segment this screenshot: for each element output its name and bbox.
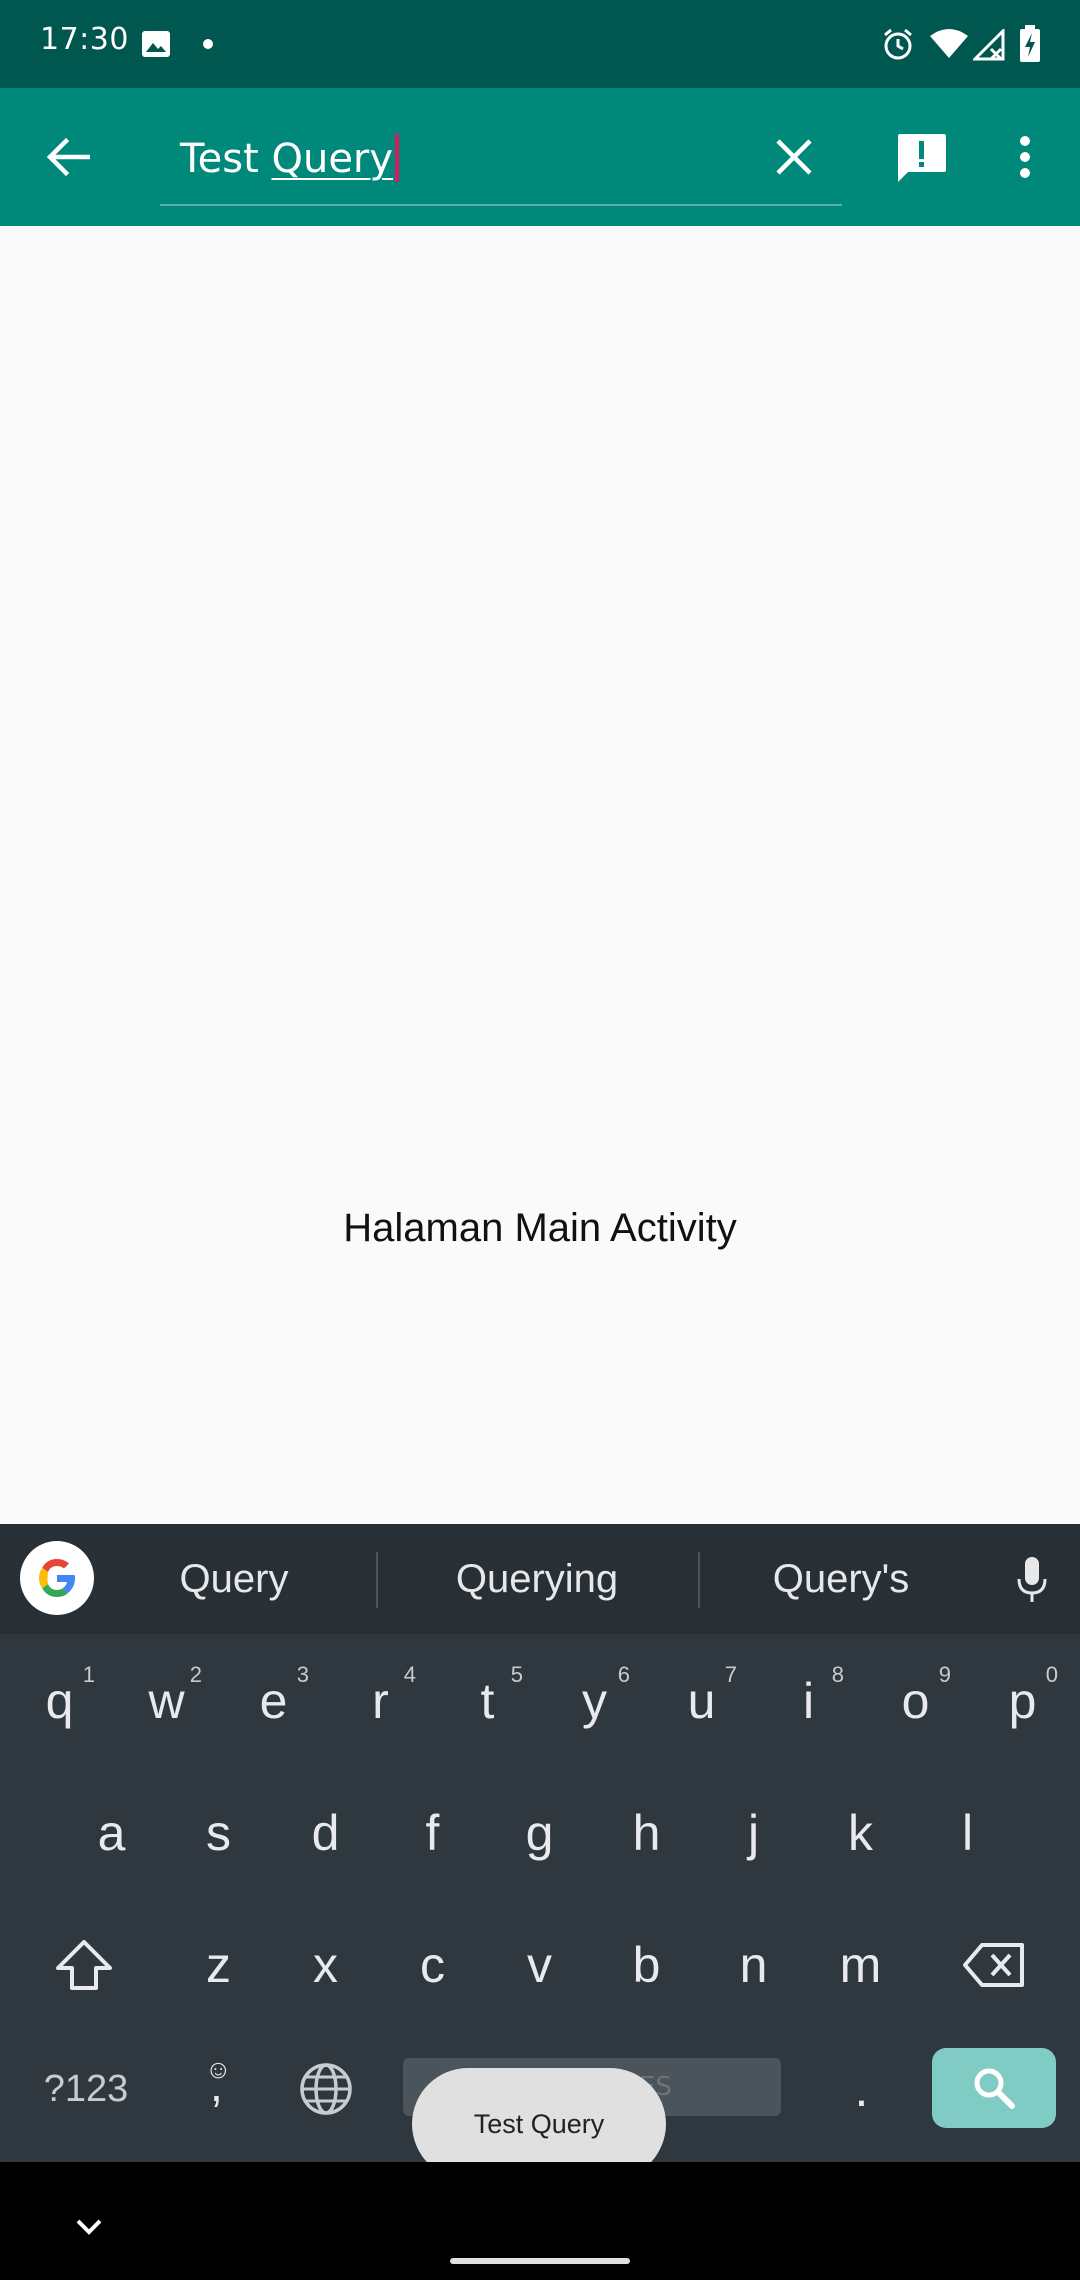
key-t[interactable]: t5: [434, 1646, 541, 1756]
key-number-hint: 4: [403, 1662, 416, 1687]
key-k[interactable]: k: [807, 1778, 914, 1888]
key-v[interactable]: v: [486, 1910, 593, 2020]
wifi-icon: [928, 26, 970, 62]
key-label: o: [901, 1673, 930, 1729]
suggestion-bar: Query Querying Query's: [0, 1524, 1080, 1634]
suggestion-2[interactable]: Querying: [392, 1524, 682, 1634]
key-u[interactable]: u7: [648, 1646, 755, 1756]
google-logo-icon[interactable]: [20, 1541, 94, 1615]
soft-keyboard: Query Querying Query's q1w2e3r4t5y6u7i8o…: [0, 1524, 1080, 2162]
suggestion-3[interactable]: Query's: [716, 1524, 966, 1634]
image-icon: [140, 28, 172, 60]
arrow-left-icon[interactable]: [36, 125, 100, 189]
alarm-icon: [880, 26, 916, 62]
key-z[interactable]: z: [165, 1910, 272, 2020]
key-q[interactable]: q1: [6, 1646, 113, 1756]
navigation-bar: [0, 2162, 1080, 2280]
key-w[interactable]: w2: [113, 1646, 220, 1756]
home-handle[interactable]: [450, 2258, 630, 2264]
key-number-hint: 9: [938, 1662, 951, 1687]
key-number-hint: 2: [189, 1662, 202, 1687]
key-m[interactable]: m: [807, 1910, 914, 2020]
key-x[interactable]: x: [272, 1910, 379, 2020]
text-cursor: [395, 134, 400, 182]
key-label: i: [802, 1673, 815, 1729]
suggestion-divider: [376, 1552, 378, 1608]
shift-key[interactable]: [30, 1910, 137, 2020]
status-time: 17:30: [40, 22, 129, 57]
comma-label: ,: [210, 2059, 223, 2111]
suggestion-divider: [698, 1552, 700, 1608]
battery-charging-icon: [1018, 24, 1042, 64]
language-key[interactable]: [272, 2034, 379, 2144]
period-key[interactable]: .: [808, 2034, 915, 2144]
key-p[interactable]: p0: [969, 1646, 1076, 1756]
key-y[interactable]: y6: [541, 1646, 648, 1756]
status-bar: 17:30: [0, 0, 1080, 88]
report-icon[interactable]: [888, 125, 954, 191]
key-number-hint: 7: [724, 1662, 737, 1687]
key-label: e: [259, 1673, 288, 1729]
key-h[interactable]: h: [593, 1778, 700, 1888]
key-s[interactable]: s: [165, 1778, 272, 1888]
key-number-hint: 6: [617, 1662, 630, 1687]
search-key[interactable]: [932, 2048, 1056, 2128]
key-g[interactable]: g: [486, 1778, 593, 1888]
key-label: u: [687, 1673, 716, 1729]
key-label: r: [372, 1673, 389, 1729]
key-j[interactable]: j: [700, 1778, 807, 1888]
main-content: Halaman Main Activity: [0, 226, 1080, 1524]
key-f[interactable]: f: [379, 1778, 486, 1888]
search-composing-text: Query: [271, 136, 394, 182]
signal-icon: [972, 28, 1006, 62]
key-o[interactable]: o9: [862, 1646, 969, 1756]
search-field[interactable]: Test Query: [160, 106, 842, 206]
search-text: Test: [180, 136, 272, 182]
key-number-hint: 5: [510, 1662, 523, 1687]
search-input[interactable]: Test Query: [180, 124, 740, 194]
key-number-hint: 0: [1045, 1662, 1058, 1687]
suggestion-1[interactable]: Query: [120, 1524, 348, 1634]
key-number-hint: 8: [831, 1662, 844, 1687]
symbols-key[interactable]: ?123: [22, 2034, 150, 2144]
key-label: y: [582, 1673, 607, 1729]
key-c[interactable]: c: [379, 1910, 486, 2020]
key-label: w: [148, 1673, 185, 1729]
main-activity-label: Halaman Main Activity: [343, 1206, 737, 1250]
close-icon[interactable]: [762, 125, 826, 189]
backspace-key[interactable]: [940, 1910, 1047, 2020]
more-vert-icon[interactable]: [1000, 125, 1050, 189]
dot-icon: [202, 38, 214, 50]
key-d[interactable]: d: [272, 1778, 379, 1888]
chevron-down-icon[interactable]: [66, 2212, 112, 2242]
key-label: q: [45, 1673, 74, 1729]
key-a[interactable]: a: [58, 1778, 165, 1888]
key-b[interactable]: b: [593, 1910, 700, 2020]
comma-key[interactable]: ☺ ,: [165, 2034, 272, 2144]
mic-icon[interactable]: [1004, 1552, 1060, 1608]
key-e[interactable]: e3: [220, 1646, 327, 1756]
key-r[interactable]: r4: [327, 1646, 434, 1756]
app-bar: Test Query: [0, 88, 1080, 226]
key-number-hint: 1: [82, 1662, 95, 1687]
key-i[interactable]: i8: [755, 1646, 862, 1756]
key-n[interactable]: n: [700, 1910, 807, 2020]
key-label: p: [1008, 1673, 1037, 1729]
key-label: t: [480, 1673, 495, 1729]
key-number-hint: 3: [296, 1662, 309, 1687]
key-l[interactable]: l: [914, 1778, 1021, 1888]
